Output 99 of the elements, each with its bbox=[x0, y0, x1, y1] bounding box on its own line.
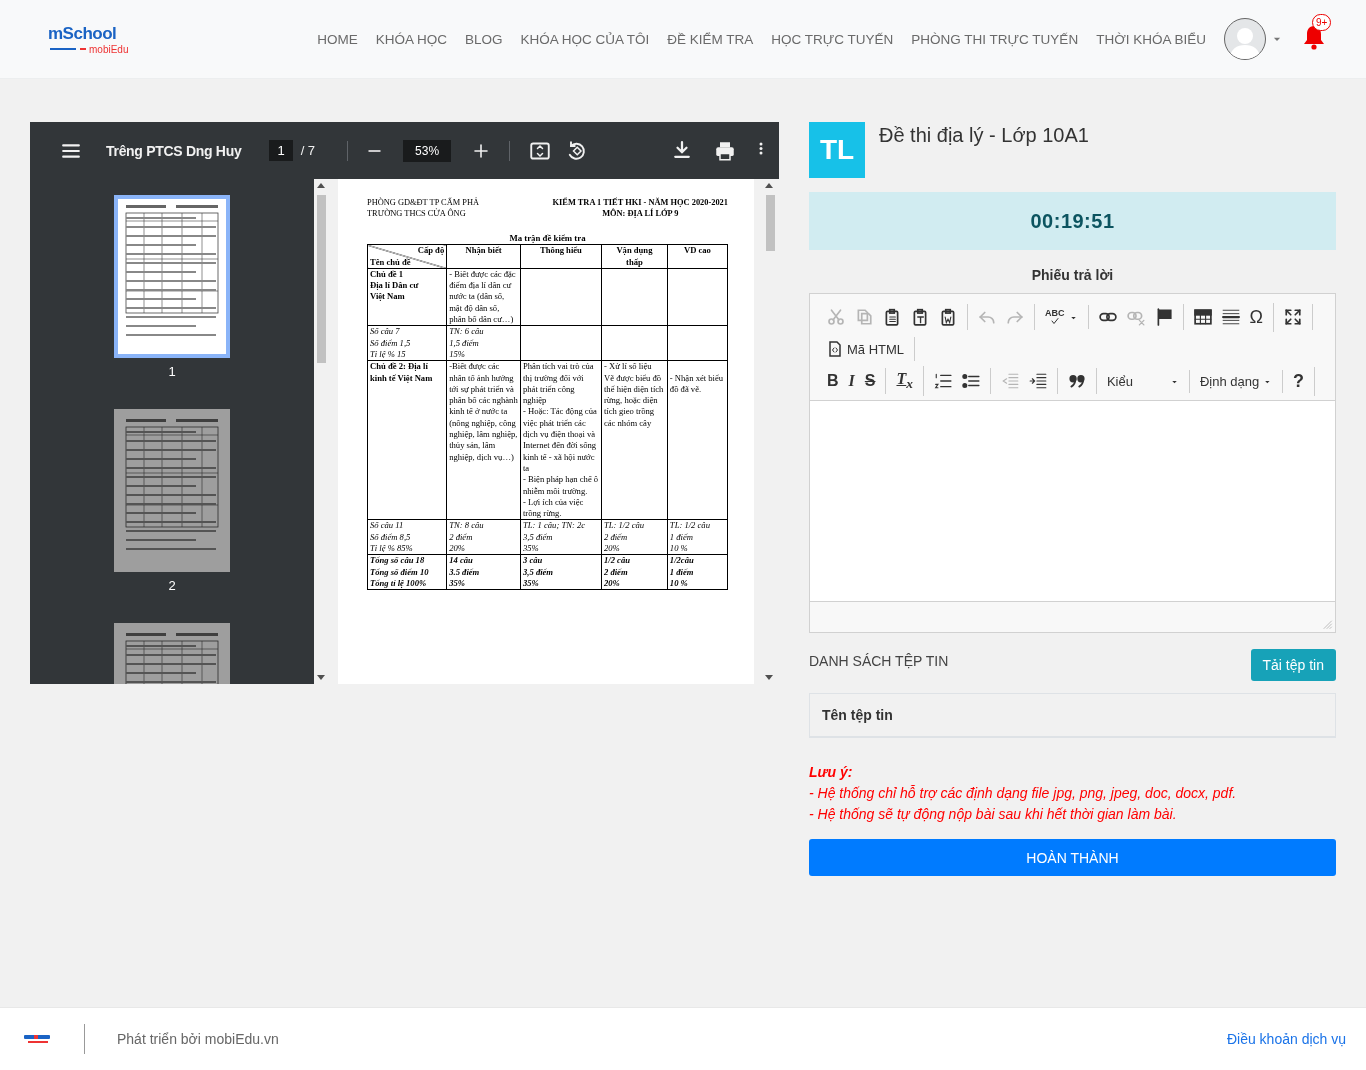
logo-subtext: mobiEdu bbox=[89, 43, 129, 55]
page-thumbnail[interactable] bbox=[114, 409, 230, 572]
page-field[interactable]: 1 bbox=[269, 140, 293, 161]
strikethrough-button[interactable]: S bbox=[859, 368, 881, 395]
zoom-field[interactable]: 53% bbox=[403, 139, 452, 162]
user-avatar[interactable] bbox=[1224, 18, 1266, 60]
style-dropdown[interactable]: Định dạng bbox=[1194, 369, 1277, 393]
table-cell: - Xử lí số liệu Vẽ được biểu đồ thể hiện diện tích rừng, hoặc diện tích gieo trồng các nhóm cây bbox=[601, 360, 668, 520]
table-cell: TL: 1/2 câu 1 điểm 10 % bbox=[667, 519, 728, 555]
page-count: / 7 bbox=[300, 143, 316, 158]
nav-link[interactable]: PHÒNG THI TRỰC TUYẾN bbox=[911, 31, 1079, 47]
help-button[interactable]: ? bbox=[1287, 366, 1309, 396]
table-cell: 1/2 câu 2 điểm 20% bbox=[601, 554, 668, 590]
table-cell: Chủ đề 1 Địa lí Dân cư Việt Nam bbox=[367, 268, 447, 326]
document-heading: KIỂM TRA 1 TIẾT HKI - NĂM HỌC 2020-2021 bbox=[552, 197, 728, 208]
row-heading: Tên chủ đề bbox=[370, 256, 412, 268]
style-dropdown[interactable]: Kiểu bbox=[1101, 369, 1184, 393]
resize-grip-icon bbox=[1321, 618, 1333, 631]
table-cell: Tổng số câu 18 Tổng số điểm 10 Tổng tỉ lệ 100% bbox=[367, 554, 447, 590]
section-title: Phiếu trả lời bbox=[1030, 267, 1115, 283]
menu-icon bbox=[62, 141, 80, 160]
notification-badge: 9+ bbox=[1312, 14, 1332, 31]
bold-button[interactable]: B bbox=[822, 368, 844, 395]
table-title: Ma trận đề kiểm tra bbox=[508, 233, 587, 245]
zoom-out-icon bbox=[368, 149, 382, 152]
table-cell: - Biết được các đặc điểm địa lí dân cư nước ta (dân số, mật độ dân số, phân bố dân cư…) bbox=[446, 268, 521, 326]
table-cell: TN: 8 câu 2 điểm 20% bbox=[446, 519, 521, 555]
clipboard-button bbox=[883, 308, 901, 326]
document-title: Trêng PTCS Dng Huy bbox=[106, 142, 242, 159]
page-number: 2 bbox=[168, 578, 176, 593]
bulleted-list-button bbox=[961, 372, 980, 391]
fit-page-icon bbox=[530, 140, 551, 161]
column-heading: VD cao bbox=[667, 244, 728, 269]
more-icon[interactable] bbox=[759, 140, 763, 156]
nav-link[interactable]: BLOG bbox=[464, 31, 503, 47]
logo-icon bbox=[24, 1034, 50, 1044]
numbered-list-button bbox=[933, 372, 952, 391]
clipboard-button bbox=[939, 308, 957, 326]
column-heading: Tên tệp tin bbox=[822, 707, 893, 724]
maximize-button bbox=[1283, 308, 1302, 326]
column-heading: Nhận biết bbox=[446, 244, 521, 269]
indent-button bbox=[1028, 372, 1047, 391]
table-button bbox=[1193, 308, 1212, 326]
credit-text: Phát triển bởi mobiEdu.vn bbox=[117, 1031, 279, 1047]
terms-link[interactable]: Điều khoản dịch vụ bbox=[1226, 1031, 1346, 1047]
table-cell: Số câu 11 Số điểm 8,5 Tỉ lệ % 85% bbox=[367, 519, 447, 555]
remove-format-button[interactable]: T$_{x}$ bbox=[891, 366, 918, 397]
countdown-timer: 00:19:51 bbox=[809, 192, 1336, 250]
column-heading: Vận dụng thấp bbox=[601, 244, 668, 269]
quote-button bbox=[1067, 372, 1086, 391]
table-cell: Phân tích vai trò của thị trường đối với phát triển công nghiệp - Hoặc: Tác động của việc phát triển các dịch vụ điện thoại và Internet đến đời sống kinh tế - xã hội nước ta - Biện pháp hạn chế ô nhiễm môi trường. - Lợi ích của việc trồng rừng. bbox=[520, 360, 602, 520]
document-heading: PHÒNG GD&ĐT TP CẨM PHẢ bbox=[367, 197, 479, 208]
nav-link[interactable]: KHÓA HỌC CỦA TÔI bbox=[520, 31, 650, 47]
column-heading: Thông hiểu bbox=[520, 244, 602, 269]
copy-button bbox=[855, 308, 873, 326]
rotate-icon bbox=[566, 140, 587, 161]
clipboard-button bbox=[911, 308, 929, 326]
table-cell: Số câu 7 Số điểm 1,5 Tỉ lệ % 15 bbox=[367, 325, 447, 361]
table-cell: 3 câu 3,5 điểm 35% bbox=[520, 554, 602, 590]
page-thumbnail[interactable] bbox=[114, 195, 230, 358]
exam-avatar: TL bbox=[809, 122, 865, 178]
table-cell: Chủ đề 2: Địa lí kinh tế Việt Nam bbox=[367, 360, 447, 520]
exam-title: Đề thi địa lý - Lớp 10A1 bbox=[879, 124, 1089, 147]
table-cell: -Biết được các nhân tố ảnh hưởng tới sự phát triển và phân bố các nghành kinh tế ở nước ta (nông nghiệp, công nghiệp, lâm nghiệp, thủy sản, lâm nghiệp, dịch vụ…) bbox=[446, 360, 521, 520]
document-heading: MÔN: ĐỊA LÍ LỚP 9 bbox=[601, 208, 680, 219]
file-code-icon bbox=[827, 341, 843, 357]
cut-button bbox=[827, 308, 845, 326]
source-button[interactable]: Mã HTML bbox=[822, 337, 910, 361]
spellcheck-button[interactable]: ABC bbox=[1040, 305, 1083, 329]
table-cell: 1/2câu 1 điểm 10 % bbox=[667, 554, 728, 590]
logo-dash-icon bbox=[50, 47, 86, 51]
document-heading: TRƯỜNG THCS CỬA ÔNG bbox=[367, 208, 467, 219]
note-title: Lưu ý: bbox=[809, 763, 854, 783]
download-icon bbox=[673, 140, 691, 159]
table-cell: TL: 1/2 câu 2 điểm 20% bbox=[601, 519, 668, 555]
nav-link[interactable]: HỌC TRỰC TUYẾN bbox=[771, 31, 894, 47]
nav-link[interactable]: KHÓA HỌC bbox=[375, 31, 447, 47]
nav-link[interactable]: ĐỀ KIỂM TRA bbox=[667, 31, 754, 47]
rich-text-editor[interactable]: ABC Ω Mã HTML B I S T$_{x}$ Kiểu Định dạng ? bbox=[809, 293, 1336, 634]
zoom-in-icon bbox=[473, 142, 490, 159]
submit-button[interactable]: HOÀN THÀNH bbox=[809, 839, 1336, 877]
horizontal-rule-button bbox=[1221, 308, 1240, 326]
note-text: - Hệ thống sẽ tự động nộp bài sau khi hết thời gian làm bài. bbox=[809, 805, 1178, 825]
table-cell: - Nhận xét biểu đồ đã vẽ. bbox=[667, 360, 728, 520]
column-heading: Cấp độ bbox=[416, 245, 445, 257]
section-title: DANH SÁCH TỆP TIN bbox=[809, 653, 949, 670]
bell-icon[interactable] bbox=[1302, 24, 1326, 50]
table-cell: TL: 1 câu; TN: 2c 3,5 điểm 35% bbox=[520, 519, 602, 555]
nav-link[interactable]: HOME bbox=[317, 31, 358, 47]
print-icon bbox=[715, 140, 735, 161]
note-text: - Hệ thống chỉ hỗ trợ các định dạng file jpg, png, jpeg, doc, docx, pdf. bbox=[809, 784, 1238, 804]
logo-text: mSchool bbox=[48, 23, 117, 44]
table-cell: TN: 6 câu 1,5 điểm 15% bbox=[446, 325, 521, 361]
outdent-button bbox=[1000, 372, 1019, 391]
special-character-button[interactable]: Ω bbox=[1244, 302, 1268, 332]
italic-button[interactable]: I bbox=[843, 368, 860, 395]
table-cell: 14 câu 3.5 điểm 35% bbox=[446, 554, 521, 590]
nav-link[interactable]: THỜI KHÓA BIỂU bbox=[1096, 31, 1206, 47]
page-number: 1 bbox=[168, 364, 176, 379]
